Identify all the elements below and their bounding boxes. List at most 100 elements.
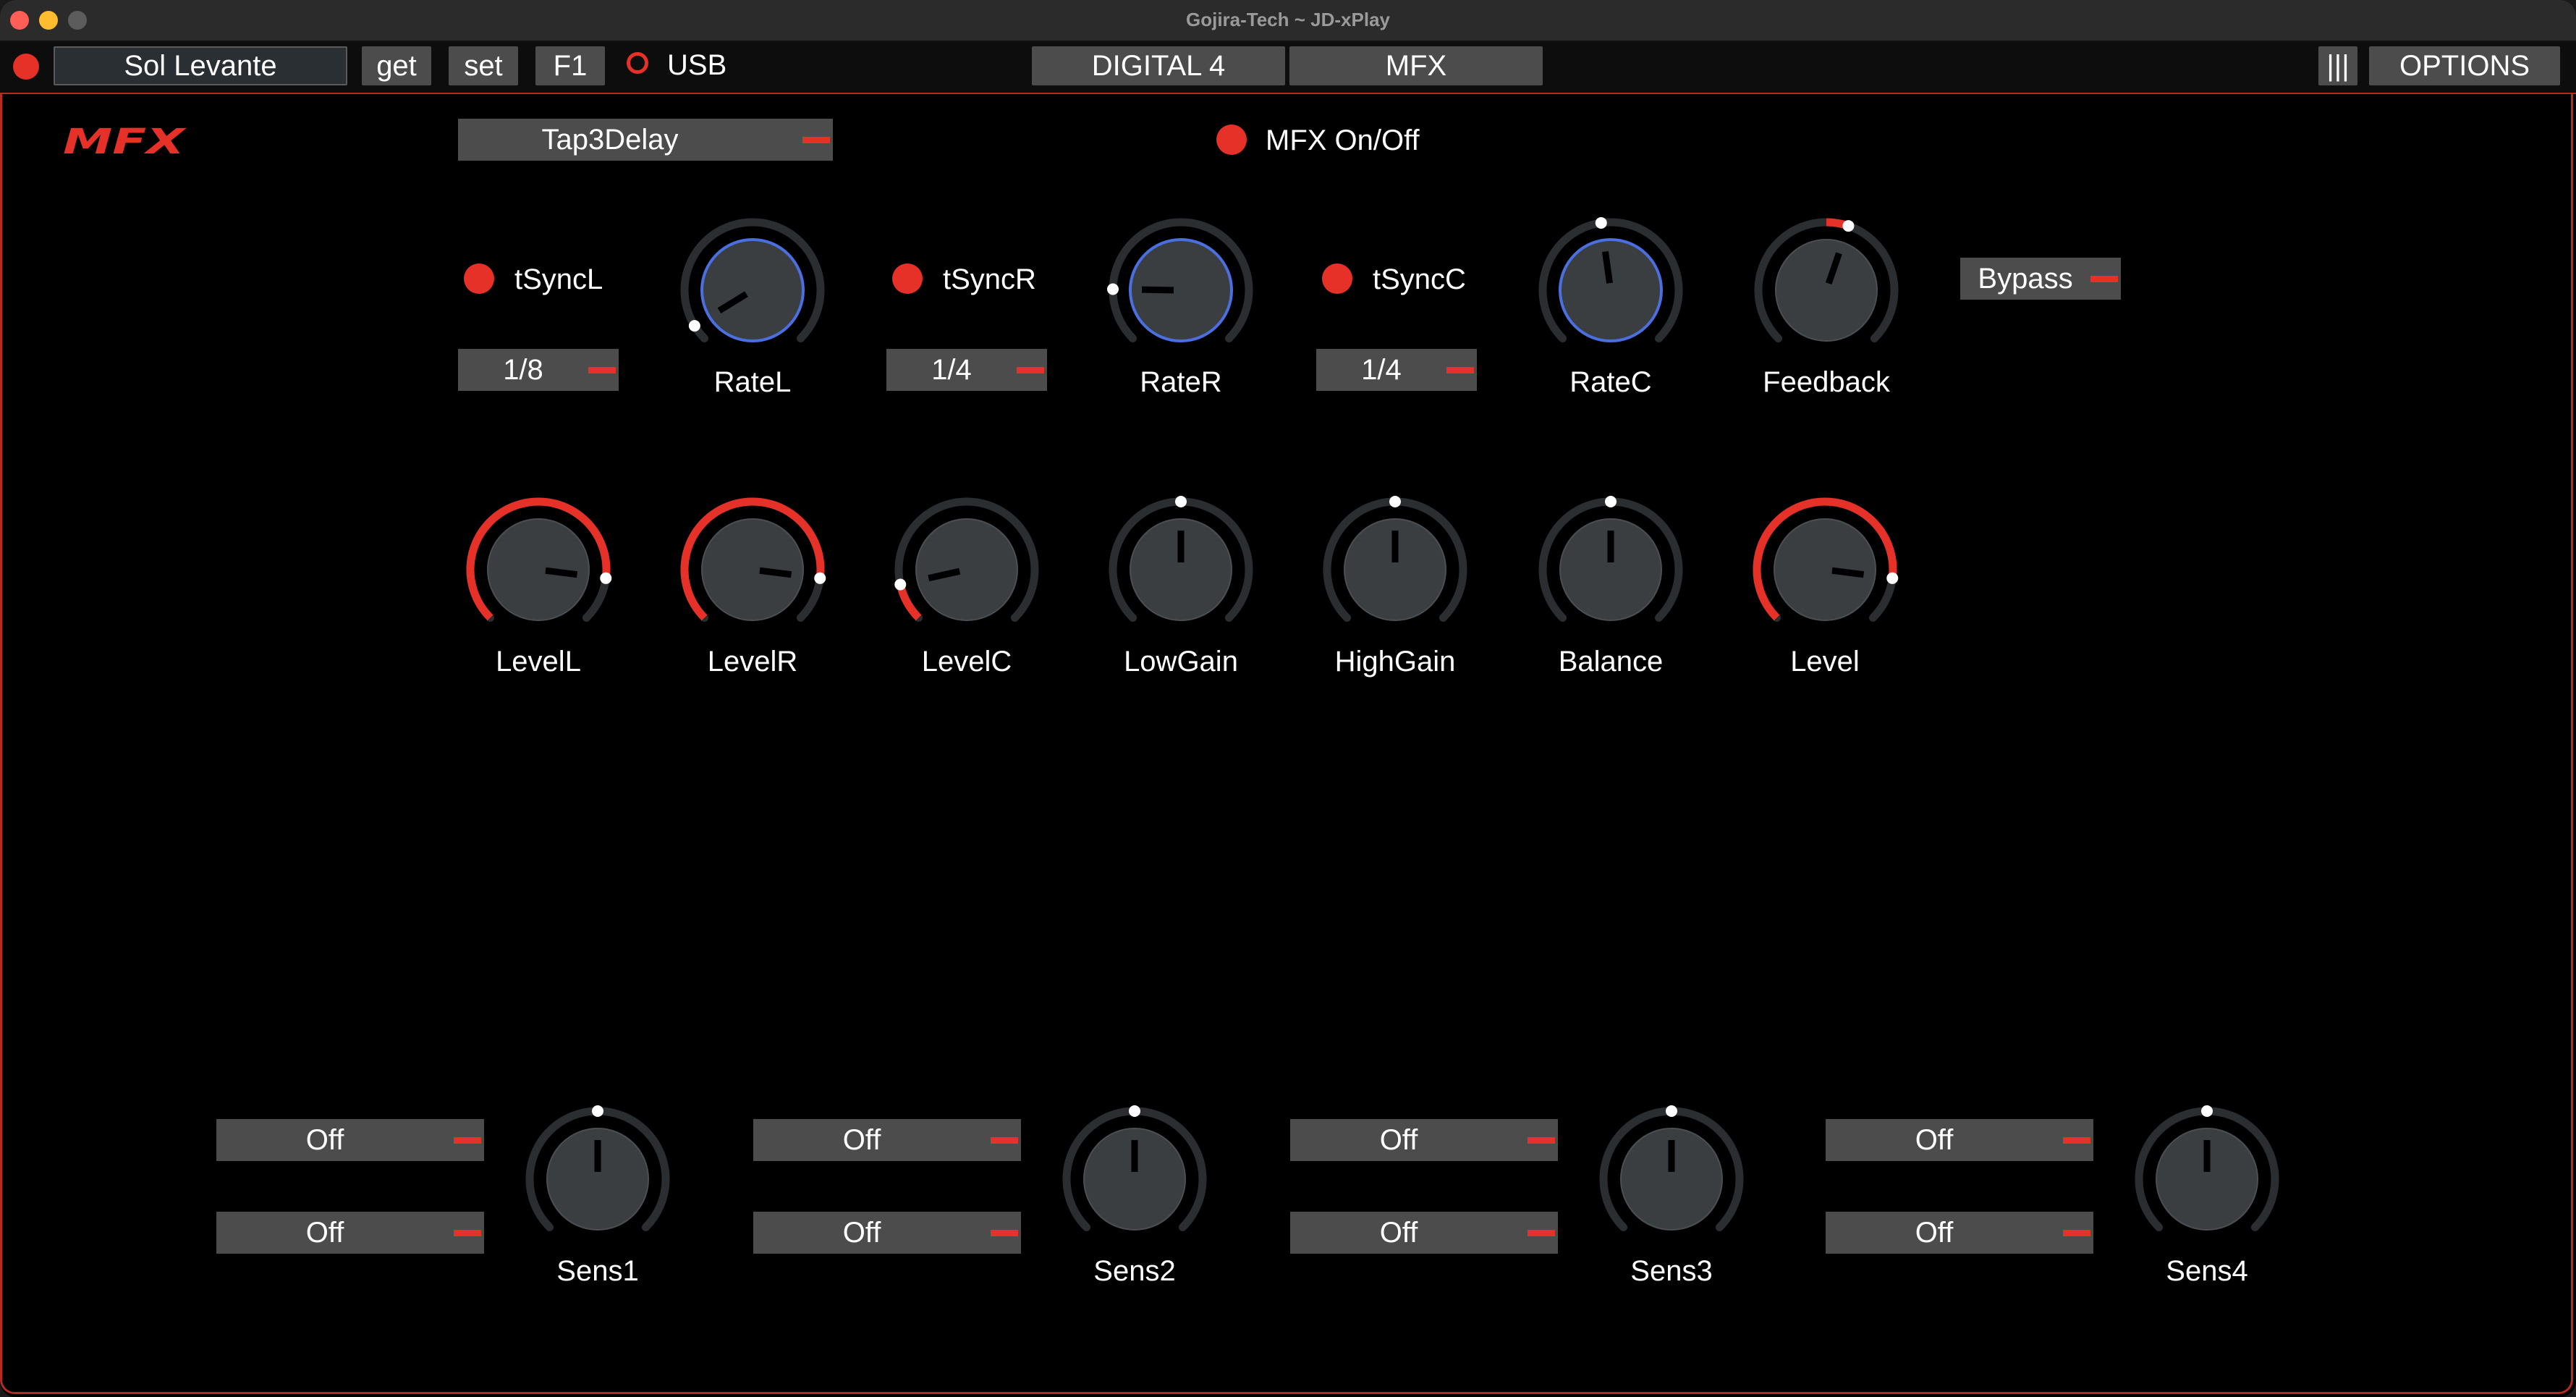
sens2-option-2-selector[interactable]: Off xyxy=(753,1212,1021,1254)
tsyncl-selector[interactable]: 1/8 xyxy=(458,349,619,391)
balance-knob-indicator-dot xyxy=(1605,496,1617,507)
sens3-knob[interactable]: Sens3 xyxy=(1596,1103,1747,1287)
tsyncl-value: 1/8 xyxy=(503,354,543,386)
tsyncr-selector[interactable]: 1/4 xyxy=(886,349,1047,391)
set-button[interactable]: set xyxy=(449,46,518,85)
sens3-option-2-selector[interactable]: Off xyxy=(1290,1212,1558,1254)
levelc-knob-body xyxy=(915,518,1018,621)
app-window: Gojira-Tech ~ JD-xPlay Sol Levante get s… xyxy=(0,0,2576,1397)
connection-led-icon[interactable] xyxy=(13,54,39,80)
balance-knob-graphic xyxy=(1538,496,1683,622)
mfx-onoff-label: MFX On/Off xyxy=(1266,124,1420,156)
levell-knob-indicator-dot xyxy=(600,572,612,584)
mfx-panel: MFX Tap3Delay MFX On/Off tSyncL 1/8 tSyn… xyxy=(0,94,2573,1394)
feedback-knob-indicator-dot xyxy=(1842,220,1855,232)
sens2-option-1-selector[interactable]: Off xyxy=(753,1119,1021,1161)
sens4-knob-label: Sens4 xyxy=(2166,1255,2248,1287)
sens1-option-2-selector[interactable]: Off xyxy=(216,1212,484,1254)
ratec-knob-indicator-dot xyxy=(1595,216,1607,229)
tsyncr-label: tSyncR xyxy=(943,263,1036,295)
usb-label: USB xyxy=(667,49,727,81)
levelr-knob[interactable]: LevelR xyxy=(677,494,829,678)
ratel-knob-graphic xyxy=(680,218,825,342)
sens4-option-1-selector[interactable]: Off xyxy=(1826,1119,2093,1161)
levelc-knob-graphic xyxy=(894,497,1039,622)
levelr-knob-label: LevelR xyxy=(707,646,798,678)
mfx-onoff-toggle[interactable] xyxy=(1216,124,1247,155)
rater-knob[interactable]: RateR xyxy=(1105,214,1257,398)
levell-knob-label: LevelL xyxy=(496,646,581,678)
ratec-knob[interactable]: RateC xyxy=(1535,214,1687,398)
sens4-knob[interactable]: Sens4 xyxy=(2131,1103,2283,1287)
ratec-knob-pointer xyxy=(1601,250,1614,284)
tsyncr-toggle[interactable] xyxy=(892,263,923,294)
tsyncl-label: tSyncL xyxy=(514,263,603,295)
lowgain-knob[interactable]: LowGain xyxy=(1105,494,1257,678)
sens2-knob[interactable]: Sens2 xyxy=(1059,1103,1211,1287)
tsyncr-value: 1/4 xyxy=(931,354,972,386)
feedback-knob[interactable]: Feedback xyxy=(1750,214,1902,398)
level-knob-body xyxy=(1774,518,1876,621)
f1-button[interactable]: F1 xyxy=(535,46,605,85)
lowgain-knob-graphic xyxy=(1109,496,1253,622)
tab-mfx[interactable]: MFX xyxy=(1289,46,1543,85)
ratel-knob[interactable]: RateL xyxy=(677,214,829,398)
tsyncc-toggle[interactable] xyxy=(1322,263,1352,294)
highgain-knob-graphic xyxy=(1323,496,1467,622)
levelc-knob-label: LevelC xyxy=(921,646,1012,678)
get-button[interactable]: get xyxy=(362,46,431,85)
ratel-knob-indicator-dot xyxy=(688,320,700,332)
dropdown-indicator-icon xyxy=(1017,367,1044,373)
rater-knob-indicator-dot xyxy=(1107,283,1119,295)
level-knob[interactable]: Level xyxy=(1749,494,1901,678)
options-button[interactable]: OPTIONS xyxy=(2369,46,2560,85)
level-knob-graphic xyxy=(1753,497,1899,622)
sens1-knob[interactable]: Sens1 xyxy=(522,1103,674,1287)
levelc-knob[interactable]: LevelC xyxy=(891,494,1043,678)
levelr-knob-pointer xyxy=(759,567,792,578)
tab-digital-4[interactable]: DIGITAL 4 xyxy=(1032,46,1285,85)
sens1-option-1-selector[interactable]: Off xyxy=(216,1119,484,1161)
dropdown-indicator-icon xyxy=(2063,1137,2090,1144)
lowgain-knob-indicator-dot xyxy=(1175,496,1187,507)
sens1-knob-label: Sens1 xyxy=(556,1255,639,1287)
sens2-knob-indicator-dot xyxy=(1129,1105,1140,1117)
tsyncc-selector[interactable]: 1/4 xyxy=(1316,349,1477,391)
balance-knob[interactable]: Balance xyxy=(1535,494,1687,678)
mfx-type-selector[interactable]: Tap3Delay xyxy=(458,119,833,161)
sens4-option-2-selector[interactable]: Off xyxy=(1826,1212,2093,1254)
sens3-option-1-selector[interactable]: Off xyxy=(1290,1119,1558,1161)
usb-status-icon[interactable] xyxy=(627,52,648,74)
level-knob-label: Level xyxy=(1790,646,1860,678)
sens2-option-1-value: Off xyxy=(842,1124,881,1156)
mfx-type-value: Tap3Delay xyxy=(541,124,679,156)
highgain-knob[interactable]: HighGain xyxy=(1319,494,1471,678)
toolbar: Sol Levante get set F1 USB DIGITAL 4 MFX… xyxy=(0,42,2576,94)
dropdown-indicator-icon xyxy=(1528,1137,1555,1144)
lowgain-knob-label: LowGain xyxy=(1124,646,1238,678)
ratel-knob-label: RateL xyxy=(713,366,792,398)
balance-knob-label: Balance xyxy=(1558,646,1664,678)
levelc-knob-indicator-dot xyxy=(894,578,907,591)
sens4-option-1-value: Off xyxy=(1915,1124,1954,1156)
levell-knob-body xyxy=(487,518,590,621)
highgain-knob-indicator-dot xyxy=(1389,496,1401,507)
dropdown-indicator-icon xyxy=(802,137,830,143)
rater-knob-graphic xyxy=(1107,218,1253,342)
patch-name-field[interactable]: Sol Levante xyxy=(54,46,347,85)
levelr-knob-graphic xyxy=(680,497,826,622)
sens3-option-1-value: Off xyxy=(1379,1124,1418,1156)
dropdown-indicator-icon xyxy=(991,1230,1018,1236)
feedback-knob-label: Feedback xyxy=(1763,366,1890,398)
sens3-knob-label: Sens3 xyxy=(1630,1255,1713,1287)
title-bar: Gojira-Tech ~ JD-xPlay xyxy=(0,0,2576,42)
dropdown-indicator-icon xyxy=(991,1137,1018,1144)
levell-knob[interactable]: LevelL xyxy=(462,494,614,678)
menu-button[interactable]: ||| xyxy=(2318,46,2357,85)
tsyncl-toggle[interactable] xyxy=(464,263,494,294)
window-title: Gojira-Tech ~ JD-xPlay xyxy=(1185,9,1390,30)
highgain-knob-label: HighGain xyxy=(1334,646,1456,678)
ratec-knob-graphic xyxy=(1538,216,1683,342)
bypass-selector[interactable]: Bypass xyxy=(1960,258,2121,300)
sens3-knob-graphic xyxy=(1599,1105,1744,1231)
